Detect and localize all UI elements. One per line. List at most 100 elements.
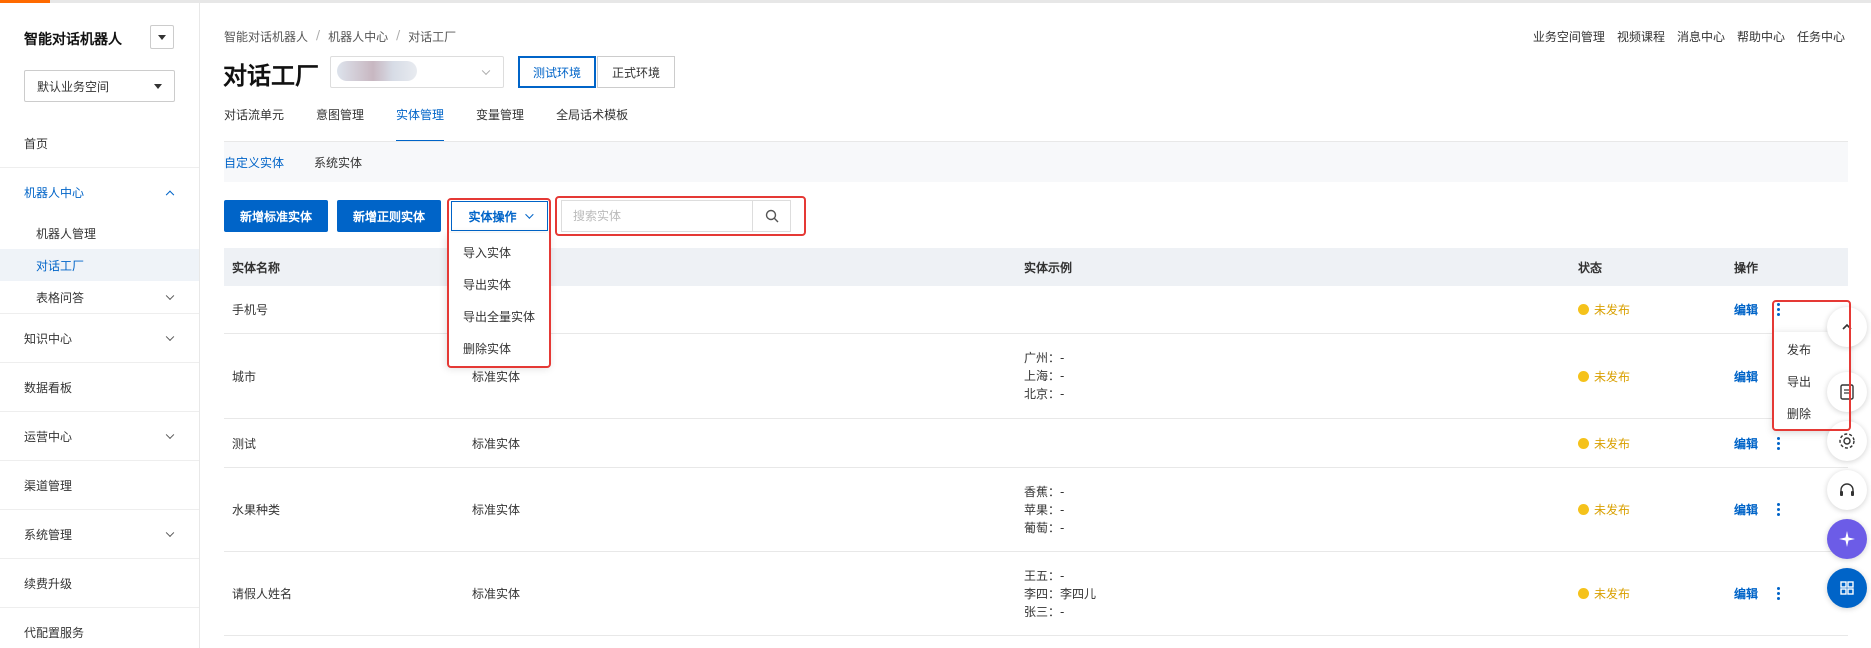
entity-name: 水果种类 — [232, 503, 281, 517]
chevron-down-icon — [165, 430, 175, 440]
breadcrumb-item[interactable]: 智能对话机器人 — [224, 28, 308, 45]
settings-tool-button[interactable] — [1827, 421, 1867, 461]
entity-example: 苹果：- — [1024, 502, 1065, 517]
search-button[interactable] — [752, 201, 790, 231]
sidebar-item-config-service[interactable]: 代配置服务 — [0, 608, 199, 648]
status-dot-icon — [1578, 437, 1589, 449]
entity-type: 标准实体 — [472, 436, 521, 451]
breadcrumb-separator: / — [396, 28, 401, 42]
apps-tool-button[interactable] — [1827, 568, 1867, 608]
row-actions: 编辑 — [1734, 468, 1782, 551]
tab-dialog-flow[interactable]: 对话流单元 — [224, 108, 284, 140]
subtab-custom-entity[interactable]: 自定义实体 — [224, 154, 284, 171]
add-standard-entity-button[interactable]: 新增标准实体 — [224, 200, 329, 232]
caret-down-icon — [158, 34, 166, 40]
entity-name: 测试 — [232, 436, 257, 451]
sidebar-item-operations[interactable]: 运营中心 — [0, 412, 199, 461]
page-title: 对话工厂 — [223, 62, 319, 90]
chevron-down-icon — [165, 291, 175, 301]
sidebar-item-label: 机器人中心 — [24, 186, 85, 200]
workspace-select[interactable]: 默认业务空间 — [24, 70, 175, 102]
edit-link[interactable]: 编辑 — [1734, 368, 1758, 385]
row-actions: 编辑 — [1734, 552, 1782, 635]
menu-item-delete-entity[interactable]: 删除实体 — [447, 333, 549, 365]
status-dot-icon — [1578, 304, 1589, 315]
sidebar-item-channels[interactable]: 渠道管理 — [0, 461, 199, 510]
tab-global-template[interactable]: 全局话术模板 — [556, 108, 628, 140]
status-badge: 未发布 — [1578, 468, 1630, 551]
grid-icon — [1840, 581, 1854, 595]
ai-assistant-button[interactable] — [1827, 519, 1867, 559]
status-badge: 未发布 — [1578, 419, 1630, 467]
document-tool-button[interactable] — [1827, 372, 1867, 412]
status-badge: 未发布 — [1578, 334, 1630, 418]
top-link-message-center[interactable]: 消息中心 — [1677, 28, 1725, 45]
search-box — [561, 200, 791, 232]
sidebar-item-table-qa[interactable]: 表格问答 — [0, 281, 199, 314]
edit-link[interactable]: 编辑 — [1734, 585, 1758, 602]
menu-item-export-entity[interactable]: 导出实体 — [447, 269, 549, 301]
entity-type: 标准实体 — [472, 587, 521, 601]
top-link-task-center[interactable]: 任务中心 — [1797, 28, 1845, 45]
entity-example: 李四：李四儿 — [1024, 586, 1097, 601]
sidebar: 智能对话机器人 默认业务空间 首页 机器人中心 机器人管理 对话工厂 表格问答 … — [0, 3, 200, 648]
sidebar-item-dialog-factory[interactable]: 对话工厂 — [0, 249, 199, 281]
entity-examples: 广州：- 上海：- 北京：- — [1024, 334, 1064, 418]
top-link-video-courses[interactable]: 视频课程 — [1617, 28, 1665, 45]
menu-item-export-all-entities[interactable]: 导出全量实体 — [447, 301, 549, 333]
breadcrumb-item[interactable]: 机器人中心 — [328, 28, 388, 45]
entity-name: 请假人姓名 — [232, 587, 293, 601]
sidebar-item-label: 表格问答 — [36, 290, 85, 305]
top-link-workspace-management[interactable]: 业务空间管理 — [1533, 28, 1605, 45]
more-actions-icon[interactable] — [1774, 303, 1782, 316]
env-prod-button[interactable]: 正式环境 — [597, 56, 676, 88]
status-dot-icon — [1578, 504, 1589, 515]
caret-down-icon — [154, 83, 162, 89]
sidebar-item-home[interactable]: 首页 — [0, 119, 199, 168]
document-icon — [1840, 384, 1854, 400]
sidebar-item-label: 运营中心 — [24, 429, 73, 444]
main-tabs: 对话流单元 意图管理 实体管理 变量管理 全局话术模板 — [224, 108, 628, 142]
status-text: 未发布 — [1594, 369, 1631, 384]
breadcrumb: 智能对话机器人 / 机器人中心 / 对话工厂 — [224, 28, 456, 45]
add-regex-entity-button[interactable]: 新增正则实体 — [337, 200, 442, 232]
top-link-help-center[interactable]: 帮助中心 — [1737, 28, 1785, 45]
edit-link[interactable]: 编辑 — [1734, 501, 1758, 518]
sidebar-item-label: 对话工厂 — [36, 258, 85, 273]
breadcrumb-separator: / — [316, 28, 321, 42]
status-dot-icon — [1578, 370, 1589, 382]
tab-intent[interactable]: 意图管理 — [316, 108, 364, 140]
sidebar-item-system[interactable]: 系统管理 — [0, 510, 199, 559]
entity-type: 标准实体 — [472, 503, 521, 517]
edit-link[interactable]: 编辑 — [1734, 301, 1758, 318]
status-text: 未发布 — [1594, 503, 1631, 517]
subtab-system-entity[interactable]: 系统实体 — [314, 154, 362, 171]
bot-select[interactable] — [330, 56, 504, 88]
headset-icon — [1840, 483, 1854, 496]
search-input[interactable] — [562, 201, 752, 231]
sidebar-item-label: 渠道管理 — [24, 478, 73, 493]
sidebar-item-knowledge-center[interactable]: 知识中心 — [0, 314, 199, 363]
support-tool-button[interactable] — [1827, 470, 1867, 510]
status-text: 未发布 — [1594, 436, 1631, 451]
scroll-top-button[interactable] — [1827, 307, 1867, 347]
edit-link[interactable]: 编辑 — [1734, 435, 1758, 452]
sidebar-collapse-button[interactable] — [150, 25, 174, 49]
column-header-status: 状态 — [1578, 260, 1603, 275]
more-actions-icon[interactable] — [1774, 503, 1782, 516]
tab-entity[interactable]: 实体管理 — [396, 108, 445, 142]
more-actions-icon[interactable] — [1774, 436, 1782, 450]
sidebar-item-dashboard[interactable]: 数据看板 — [0, 363, 199, 412]
entity-ops-dropdown[interactable]: 实体操作 — [451, 201, 548, 231]
sidebar-item-bot-management[interactable]: 机器人管理 — [0, 217, 199, 249]
menu-item-import-entity[interactable]: 导入实体 — [447, 237, 549, 269]
tab-variable[interactable]: 变量管理 — [476, 108, 524, 140]
sparkle-icon — [1839, 531, 1855, 547]
breadcrumb-item: 对话工厂 — [408, 30, 457, 44]
env-test-button[interactable]: 测试环境 — [518, 56, 597, 88]
sidebar-item-bot-center[interactable]: 机器人中心 — [0, 168, 199, 217]
sidebar-item-renew[interactable]: 续费升级 — [0, 559, 199, 608]
more-actions-icon[interactable] — [1774, 587, 1782, 600]
entity-example: 王五：- — [1024, 568, 1065, 583]
sidebar-item-label: 机器人管理 — [36, 226, 97, 241]
